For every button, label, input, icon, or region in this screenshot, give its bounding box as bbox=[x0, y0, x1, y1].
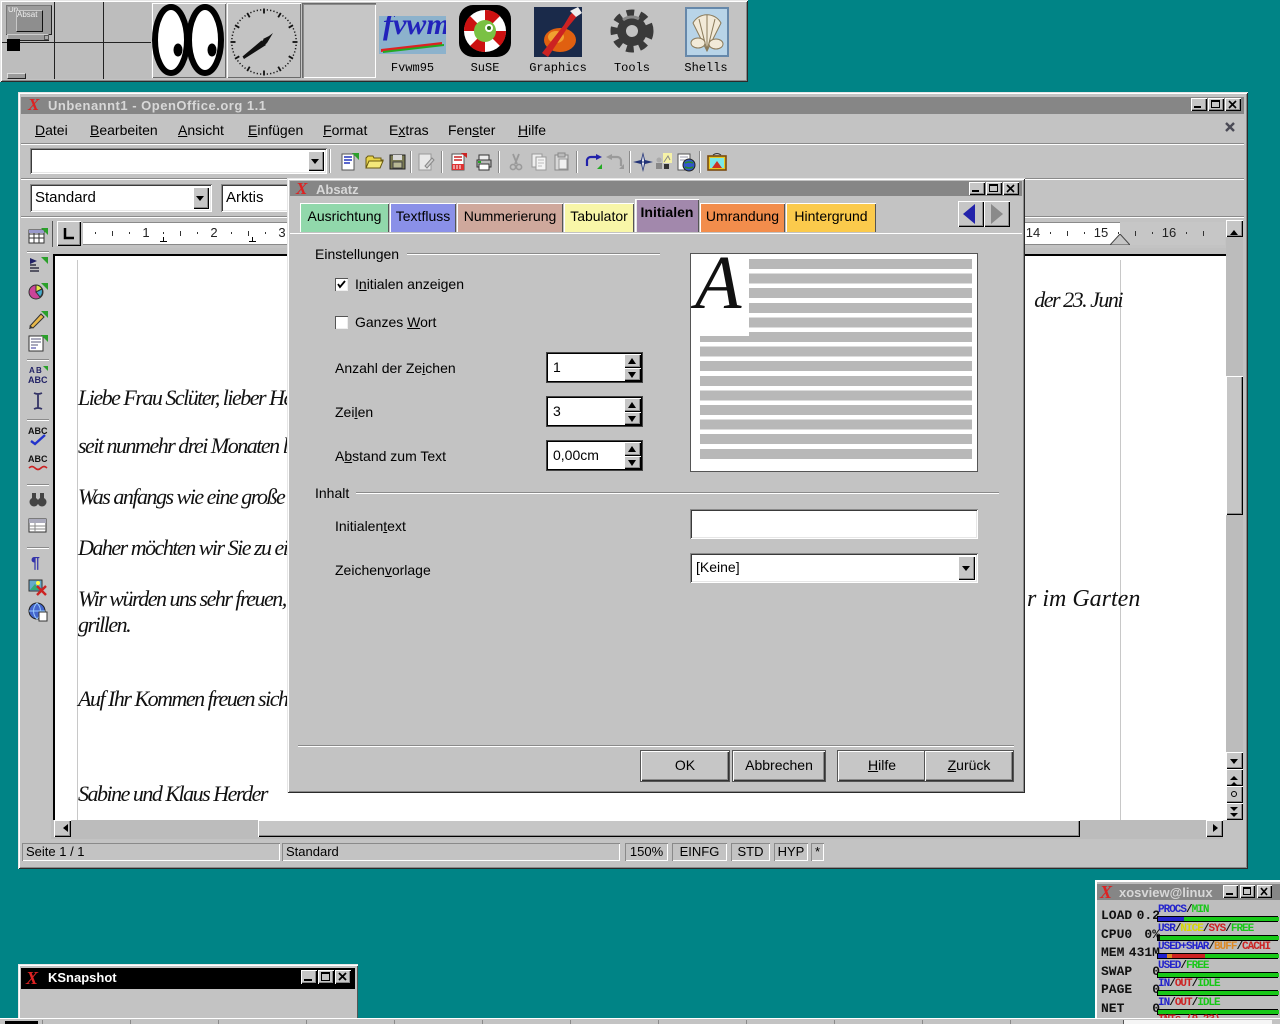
svg-text:ABC: ABC bbox=[28, 454, 48, 464]
svg-text:A: A bbox=[29, 366, 35, 375]
svg-text:ABC: ABC bbox=[28, 426, 48, 436]
svg-text:B: B bbox=[36, 366, 42, 375]
svg-text:ABC: ABC bbox=[28, 375, 48, 385]
svg-text:¶: ¶ bbox=[31, 555, 40, 572]
